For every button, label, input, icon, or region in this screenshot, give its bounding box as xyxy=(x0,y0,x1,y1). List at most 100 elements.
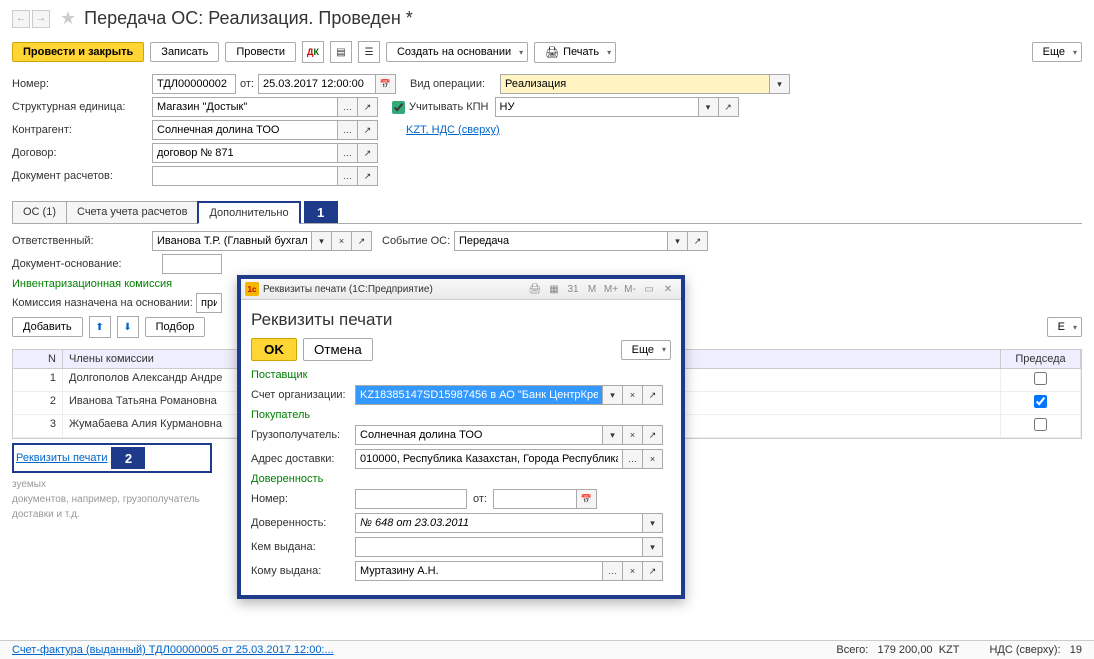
number-input[interactable] xyxy=(152,74,236,94)
nav-back[interactable]: ← xyxy=(12,10,30,28)
modal-title: Реквизиты печати xyxy=(251,310,671,330)
event-input[interactable] xyxy=(454,231,668,251)
clear-icon[interactable]: × xyxy=(643,449,663,469)
down-icon[interactable]: ⬇ xyxy=(117,316,139,338)
open-icon[interactable]: ↗ xyxy=(688,231,708,251)
print-button[interactable]: 🖨 Печать xyxy=(534,42,616,63)
mminus-icon[interactable]: M- xyxy=(621,281,639,297)
ellipsis-icon[interactable]: … xyxy=(338,143,358,163)
open-icon[interactable]: ↗ xyxy=(358,166,378,186)
ok-button[interactable]: OK xyxy=(251,338,297,361)
open-icon[interactable]: ↗ xyxy=(358,120,378,140)
modal-more-button[interactable]: Еще xyxy=(621,340,671,360)
post-button[interactable]: Провести xyxy=(225,42,296,62)
open-icon[interactable]: ↗ xyxy=(643,385,663,405)
clear-icon[interactable]: × xyxy=(623,561,643,581)
dropdown-icon[interactable]: ▾ xyxy=(699,97,719,117)
agent-input[interactable] xyxy=(152,120,338,140)
kpn-input[interactable] xyxy=(495,97,699,117)
vat-value: 19 xyxy=(1070,644,1082,656)
consignee-input[interactable] xyxy=(355,425,603,445)
basis-input[interactable] xyxy=(162,254,222,274)
max-icon[interactable]: ▭ xyxy=(640,281,658,297)
ship-input[interactable] xyxy=(355,449,623,469)
dropdown-icon[interactable]: ▾ xyxy=(668,231,688,251)
settle-input[interactable] xyxy=(152,166,338,186)
modal-titlebar: 1c Реквизиты печати (1С:Предприятие) 🖨 ▦… xyxy=(241,279,681,300)
up-icon[interactable]: ⬆ xyxy=(89,316,111,338)
comm-assign-input[interactable] xyxy=(196,293,222,313)
ellipsis-icon[interactable]: … xyxy=(338,166,358,186)
dropdown-icon[interactable]: ▾ xyxy=(603,425,623,445)
open-icon[interactable]: ↗ xyxy=(719,97,739,117)
ellipsis-icon[interactable]: … xyxy=(603,561,623,581)
post-close-button[interactable]: Провести и закрыть xyxy=(12,42,144,62)
clear-icon[interactable]: × xyxy=(623,385,643,405)
tab-additional[interactable]: Дополнительно xyxy=(197,201,300,224)
calendar-icon[interactable]: 📅 xyxy=(577,489,597,509)
pdate-label: от: xyxy=(473,493,487,505)
kpn-checkbox[interactable] xyxy=(392,101,405,114)
invoice-link[interactable]: Счет-фактура (выданный) ТДЛ00000005 от 2… xyxy=(12,644,334,656)
tab-accounts[interactable]: Счета учета расчетов xyxy=(66,201,198,223)
resp-input[interactable] xyxy=(152,231,312,251)
list-icon[interactable]: ☰ xyxy=(358,41,380,63)
dropdown-icon[interactable]: ▾ xyxy=(643,537,663,557)
close-icon[interactable]: ✕ xyxy=(659,281,677,297)
tab-os[interactable]: ОС (1) xyxy=(12,201,67,223)
pdate-input[interactable] xyxy=(493,489,577,509)
cancel-button[interactable]: Отмена xyxy=(303,338,373,361)
ellipsis-icon[interactable]: … xyxy=(338,120,358,140)
ellipsis-icon[interactable]: … xyxy=(338,97,358,117)
calendar-icon[interactable]: 31 xyxy=(564,281,582,297)
create-based-button[interactable]: Создать на основании xyxy=(386,42,528,62)
open-icon[interactable]: ↗ xyxy=(358,97,378,117)
ellipsis-icon[interactable]: … xyxy=(623,449,643,469)
dt-kt-icon[interactable]: ДК xyxy=(302,41,324,63)
dropdown-icon[interactable]: ▾ xyxy=(312,231,332,251)
nav-fwd[interactable]: → xyxy=(32,10,50,28)
calc-icon[interactable]: ▦ xyxy=(545,281,563,297)
1c-icon: 1c xyxy=(245,282,259,296)
open-icon[interactable]: ↗ xyxy=(358,143,378,163)
save-button[interactable]: Записать xyxy=(150,42,219,62)
print-details-link[interactable]: Реквизиты печати xyxy=(16,452,107,464)
clear-icon[interactable]: × xyxy=(623,425,643,445)
clear-icon[interactable]: × xyxy=(332,231,352,251)
mplus-icon[interactable]: M+ xyxy=(602,281,620,297)
table-more-button[interactable]: Е xyxy=(1047,317,1082,337)
total-label: Всего: xyxy=(836,644,868,656)
currency-link[interactable]: KZT, НДС (сверху) xyxy=(406,124,500,136)
page-title: Передача ОС: Реализация. Проведен * xyxy=(84,8,413,29)
open-icon[interactable]: ↗ xyxy=(643,425,663,445)
doc-icon[interactable]: ▤ xyxy=(330,41,352,63)
print-icon[interactable]: 🖨 xyxy=(526,281,544,297)
pnum-input[interactable] xyxy=(355,489,467,509)
m-icon[interactable]: M xyxy=(583,281,601,297)
chair-checkbox[interactable] xyxy=(1034,372,1047,385)
open-icon[interactable]: ↗ xyxy=(352,231,372,251)
calendar-icon[interactable]: 📅 xyxy=(376,74,396,94)
chair-checkbox[interactable] xyxy=(1034,395,1047,408)
open-icon[interactable]: ↗ xyxy=(643,561,663,581)
optype-input[interactable] xyxy=(500,74,770,94)
optype-label: Вид операции: xyxy=(410,78,500,90)
more-button[interactable]: Еще xyxy=(1032,42,1082,62)
proxy-input[interactable] xyxy=(355,513,643,533)
dropdown-icon[interactable]: ▾ xyxy=(770,74,790,94)
date-input[interactable] xyxy=(258,74,376,94)
issued-to-input[interactable] xyxy=(355,561,603,581)
org-acc-input[interactable] xyxy=(355,385,603,405)
select-button[interactable]: Подбор xyxy=(145,317,206,337)
dropdown-icon[interactable]: ▾ xyxy=(603,385,623,405)
print-details-link-row: Реквизиты печати 2 xyxy=(12,443,212,473)
dropdown-icon[interactable]: ▾ xyxy=(643,513,663,533)
add-button[interactable]: Добавить xyxy=(12,317,83,337)
contract-input[interactable] xyxy=(152,143,338,163)
issued-by-input[interactable] xyxy=(355,537,643,557)
star-icon[interactable]: ★ xyxy=(60,8,76,29)
agent-label: Контрагент: xyxy=(12,124,152,136)
consignee-label: Грузополучатель: xyxy=(251,429,355,441)
unit-input[interactable] xyxy=(152,97,338,117)
chair-checkbox[interactable] xyxy=(1034,418,1047,431)
